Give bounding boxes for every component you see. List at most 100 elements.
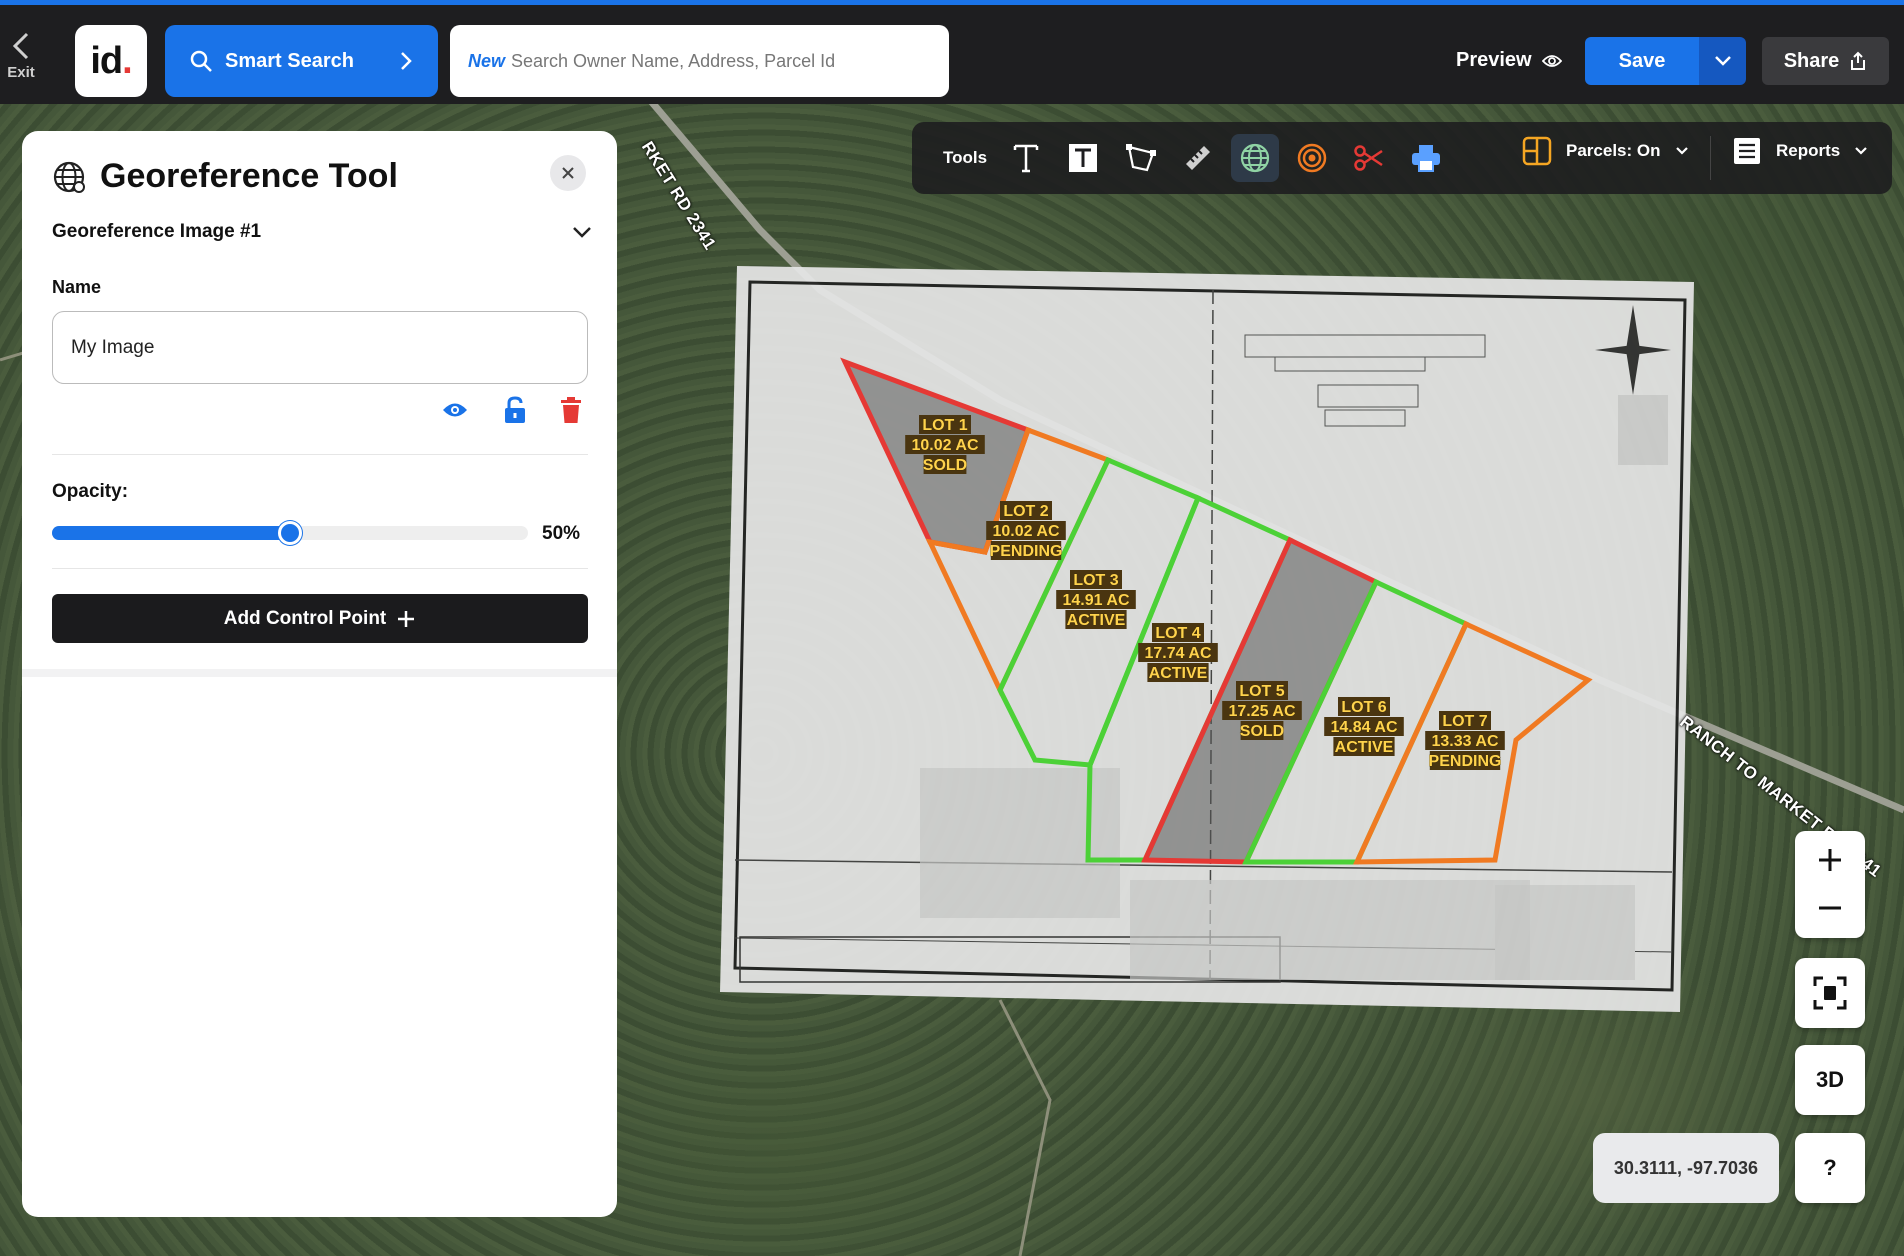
app-logo[interactable]: id. [75,25,147,97]
lot-label-line: 10.02 AC [993,523,1060,540]
chevron-down-icon [573,227,591,238]
search-icon [190,50,212,72]
dirt-road [998,999,1052,1256]
save-dropdown-button[interactable] [1699,37,1746,85]
lot-label-line: LOT 6 [1341,699,1386,716]
image-name-input[interactable] [52,311,588,384]
share-icon [1851,51,1866,70]
text-icon [1013,144,1039,173]
chevron-down-icon [1855,147,1868,155]
eye-icon [443,403,467,417]
lot-label-line: LOT 4 [1155,625,1200,642]
close-panel-button[interactable] [550,155,586,191]
preview-label: Preview [1456,49,1532,71]
toggle-3d-button[interactable]: 3D [1795,1045,1865,1115]
parcels-toggle[interactable]: Parcels: On [1522,136,1689,166]
zoom-out-button[interactable] [1795,883,1865,933]
smart-search-label: Smart Search [225,49,354,72]
smart-search-button[interactable]: Smart Search [165,25,438,97]
chevron-down-icon [1714,56,1731,66]
split-tool-button[interactable] [1345,134,1393,182]
share-button[interactable]: Share [1762,37,1889,85]
lot-label-line: LOT 5 [1239,683,1284,700]
help-button[interactable]: ? [1795,1133,1865,1203]
top-bar: Exit id. Smart Search New Search Owner N… [0,0,1904,104]
exit-button[interactable]: Exit [0,10,42,104]
delete-image-button[interactable] [560,396,582,429]
tools-label: Tools [943,148,988,167]
opacity-slider[interactable] [52,521,528,545]
georeference-globe-icon [1240,143,1270,173]
print-icon [1412,145,1440,172]
logo-text: id [90,40,123,82]
lot-label-line: PENDING [1429,753,1502,770]
name-label: Name [52,277,102,297]
lot-label-line: 17.74 AC [1145,645,1212,662]
parcels-icon [1522,136,1552,166]
opacity-value: 50% [542,523,581,544]
chevron-left-icon [12,32,29,60]
opacity-slider-thumb[interactable] [278,521,302,545]
eye-icon [1541,54,1562,67]
image-selector-label: Georeference Image #1 [52,221,262,242]
lot-label-line: 14.84 AC [1331,719,1398,736]
text-box-tool-button[interactable] [1059,134,1107,182]
lot-label-line: LOT 3 [1073,572,1118,589]
scissors-icon [1354,145,1383,171]
print-tool-button[interactable] [1402,134,1450,182]
logo-dot: . [122,40,133,82]
lot-label-line: ACTIVE [1335,739,1394,756]
share-label: Share [1783,49,1840,72]
reports-icon [1734,138,1760,164]
reports-label: Reports [1776,141,1841,160]
tools-toolbar: Tools Parcels: On Reports [912,122,1892,194]
add-control-point-button[interactable]: Add Control Point [52,594,588,643]
save-button[interactable]: Save [1585,37,1699,85]
panel-section-separator [22,669,617,677]
visibility-toggle[interactable] [442,401,468,424]
unlock-icon [505,396,525,423]
zoom-control [1795,831,1865,938]
preview-button[interactable]: Preview [1456,49,1562,72]
zoom-in-button[interactable] [1795,835,1865,885]
chevron-right-icon [401,52,412,70]
panel-title: Georeference Tool [52,157,398,196]
lot-label-line: PENDING [990,543,1063,560]
owner-search-input[interactable]: New Search Owner Name, Address, Parcel I… [450,25,949,97]
opacity-slider-fill [52,526,290,540]
text-tool-button[interactable] [1002,134,1050,182]
lot-label-line: LOT 7 [1442,713,1487,730]
buffer-tool-button[interactable] [1288,134,1336,182]
georeference-image-selector[interactable]: Georeference Image #1 [52,221,592,243]
globe-icon [53,161,85,193]
reports-dropdown[interactable]: Reports [1732,136,1868,166]
text-box-icon [1069,144,1097,172]
trash-icon [561,397,581,423]
polygon-icon [1126,144,1156,172]
lock-toggle[interactable] [504,396,526,429]
lot-label-line: SOLD [1240,723,1284,740]
plus-icon [1819,849,1841,871]
coordinates-readout[interactable]: 30.3111, -97.7036 [1593,1133,1779,1203]
panel-title-text: Georeference Tool [100,157,398,195]
ruler-icon [1186,146,1210,170]
buffer-rings-icon [1297,143,1327,173]
lot-label-line: LOT 2 [1003,503,1048,520]
georeference-tool-button[interactable] [1231,134,1279,182]
chevron-down-icon [1675,147,1688,155]
polygon-tool-button[interactable] [1117,134,1165,182]
lot-label-line: 17.25 AC [1229,703,1296,720]
parcels-label: Parcels: On [1566,141,1661,160]
lot-label-line: 10.02 AC [912,437,979,454]
plus-icon [398,610,415,627]
measure-tool-button[interactable] [1174,134,1222,182]
divider [52,454,588,455]
search-placeholder: Search Owner Name, Address, Parcel Id [511,50,836,71]
lot-label-line: ACTIVE [1149,665,1208,682]
fit-to-extent-button[interactable] [1795,958,1865,1028]
toolbar-divider [1710,136,1711,180]
new-badge: New [468,50,506,71]
add-control-point-label: Add Control Point [223,607,387,629]
lot-label-line: 13.33 AC [1432,733,1499,750]
lot-label-line: 14.91 AC [1063,592,1130,609]
